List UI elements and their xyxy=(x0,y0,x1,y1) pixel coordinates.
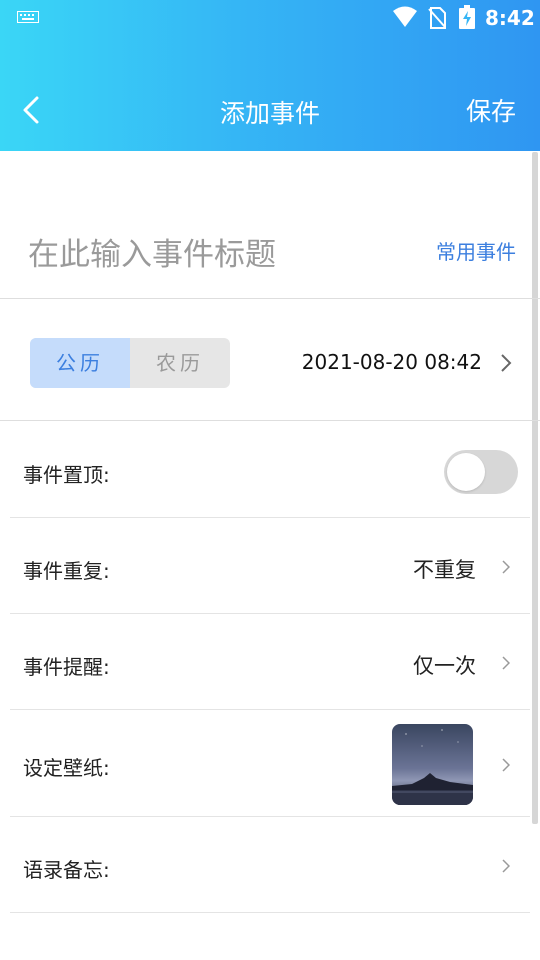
pin-event-row: 事件置顶: xyxy=(10,421,530,518)
chevron-right-icon xyxy=(502,758,510,772)
pin-event-label: 事件置顶: xyxy=(23,463,110,487)
reminder-row[interactable]: 事件提醒: 仅一次 xyxy=(10,614,530,710)
battery-charging-icon xyxy=(459,5,475,29)
wallpaper-row[interactable]: 设定壁纸: xyxy=(10,710,530,817)
calendar-type-toggle: 公历 农历 xyxy=(30,338,230,388)
solar-calendar-tab[interactable]: 公历 xyxy=(30,338,130,388)
save-button[interactable]: 保存 xyxy=(466,92,516,128)
quote-memo-label: 语录备忘: xyxy=(23,858,110,882)
reminder-label: 事件提醒: xyxy=(23,655,110,679)
chevron-right-icon xyxy=(502,656,510,670)
status-time: 8:42 xyxy=(485,6,535,30)
repeat-event-value: 不重复 xyxy=(413,558,476,582)
chevron-right-icon[interactable] xyxy=(500,352,512,374)
wifi-icon xyxy=(393,6,417,27)
toggle-knob xyxy=(447,453,485,491)
status-bar: 8:42 xyxy=(0,0,540,38)
common-events-link[interactable]: 常用事件 xyxy=(436,236,516,265)
wallpaper-thumbnail[interactable] xyxy=(392,724,473,805)
lunar-calendar-tab[interactable]: 农历 xyxy=(130,338,230,388)
no-sim-icon xyxy=(428,7,446,29)
event-datetime[interactable]: 2021-08-20 08:42 xyxy=(302,350,482,374)
app-header: 8:42 添加事件 保存 xyxy=(0,0,540,151)
mountain-night-image xyxy=(392,724,473,805)
pin-event-toggle[interactable] xyxy=(444,450,518,494)
event-title-section: 在此输入事件标题 常用事件 xyxy=(0,151,540,299)
wallpaper-label: 设定壁纸: xyxy=(23,756,110,780)
reminder-value: 仅一次 xyxy=(413,654,476,678)
event-title-input[interactable]: 在此输入事件标题 xyxy=(28,229,276,274)
quote-memo-row[interactable]: 语录备忘: xyxy=(10,817,530,913)
chevron-right-icon xyxy=(502,859,510,873)
repeat-event-row[interactable]: 事件重复: 不重复 xyxy=(10,518,530,614)
chevron-right-icon xyxy=(502,560,510,574)
keyboard-icon xyxy=(17,11,39,23)
page-title: 添加事件 xyxy=(219,99,320,128)
repeat-event-label: 事件重复: xyxy=(23,559,110,583)
date-section: 公历 农历 2021-08-20 08:42 xyxy=(0,299,540,421)
